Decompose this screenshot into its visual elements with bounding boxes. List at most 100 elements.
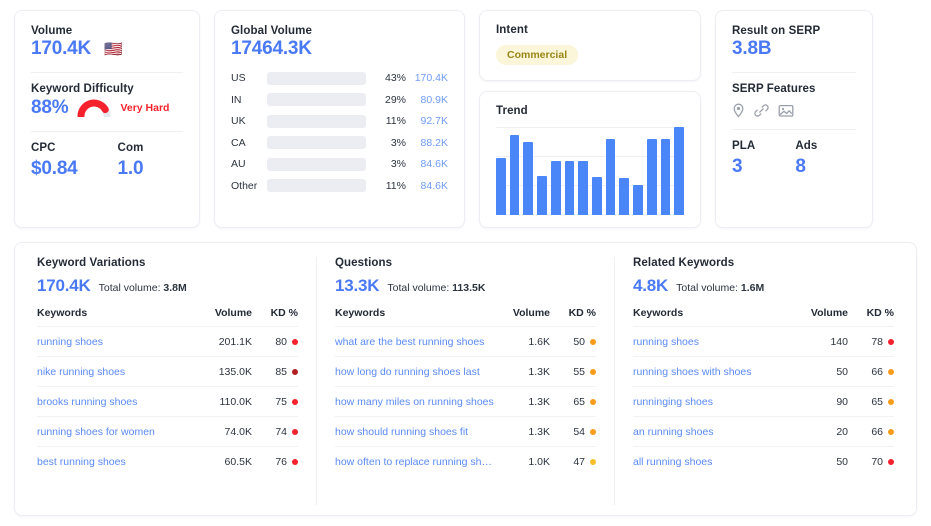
kd-value: 50 — [573, 335, 585, 348]
country-code: IN — [231, 93, 242, 106]
image-icon[interactable] — [778, 103, 794, 118]
table-count: 13.3K — [335, 276, 380, 295]
keyword-kd: 65 — [848, 386, 894, 417]
column-header-kw[interactable]: Keywords — [37, 307, 198, 327]
kd-value: 55 — [573, 365, 585, 378]
cpc-value: $0.84 — [31, 157, 78, 179]
keyword-kd: 47 — [550, 446, 596, 476]
kd-dot — [590, 428, 596, 435]
serp-features-icons — [732, 103, 856, 118]
global-volume-row: CA 3% 88.2K — [231, 136, 448, 150]
global-volume-row: IN 29% 80.9K — [231, 93, 448, 107]
keyword-volume: 1.3K — [496, 356, 550, 387]
intent-trend-column: Intent Commercial Trend — [479, 10, 701, 228]
keyword-kd: 85 — [252, 356, 298, 387]
kd-value: 65 — [871, 395, 883, 408]
keyword-link[interactable]: running shoes for women — [37, 416, 198, 447]
keyword-difficulty-label: Keyword Difficulty — [31, 82, 134, 95]
trend-chart — [496, 127, 685, 215]
keyword-volume: 50 — [794, 446, 848, 476]
serp-card: Result on SERP 3.8B SERP Features PLA 3 … — [715, 10, 873, 228]
keyword-kd: 65 — [550, 386, 596, 417]
keyword-table-group: Questions 13.3K Total volume: 113.5K Keywor… — [316, 257, 614, 505]
volume-percent: 29% — [384, 93, 406, 106]
column-header-vol[interactable]: Volume — [794, 307, 848, 327]
trend-bar-group — [496, 127, 685, 215]
column-header-kw[interactable]: Keywords — [633, 307, 794, 327]
keyword-difficulty-block: Keyword Difficulty 88% Very Hard — [31, 83, 183, 120]
intent-badge[interactable]: Commercial — [496, 45, 579, 65]
keyword-volume: 74.0K — [198, 416, 252, 447]
global-volume-row: UK 11% 92.7K — [231, 114, 448, 128]
column-header-kd[interactable]: KD % — [252, 307, 298, 327]
keyword-overview-page: Volume 170.4K 🇺🇸 Keyword Difficulty 88% … — [0, 0, 931, 526]
keyword-link[interactable]: nike running shoes — [37, 356, 198, 387]
column-header-kw[interactable]: Keywords — [335, 307, 496, 327]
map-pin-icon[interactable] — [732, 103, 745, 118]
keyword-link[interactable]: running shoes with shoes — [633, 356, 794, 387]
table-row: how often to replace running shoes 1.0K 47 — [335, 446, 596, 476]
kd-dot — [292, 368, 298, 375]
global-volume-label: Global Volume — [231, 25, 312, 37]
keyword-link[interactable]: how often to replace running shoes — [335, 446, 496, 476]
column-header-kd[interactable]: KD % — [550, 307, 596, 327]
kd-dot — [888, 338, 894, 345]
column-header-kd[interactable]: KD % — [848, 307, 894, 327]
us-flag-icon: 🇺🇸 — [104, 40, 123, 58]
pla-block: PLA 3 — [732, 140, 755, 179]
volume-value-row: 170.4K 🇺🇸 — [31, 37, 183, 61]
table-title: Related Keywords — [633, 257, 735, 269]
column-header-vol[interactable]: Volume — [198, 307, 252, 327]
metrics-divider-2 — [31, 130, 183, 132]
keyword-table: Keywords Volume KD % running shoes 201.1K 80 n… — [37, 307, 298, 476]
keyword-link[interactable]: what are the best running shoes — [335, 326, 496, 357]
table-row: runninging shoes 90 65 — [633, 386, 894, 417]
column-header-vol[interactable]: Volume — [496, 307, 550, 327]
country-code: UK — [231, 115, 246, 128]
table-row: what are the best running shoes 1.6K 50 — [335, 326, 596, 357]
keyword-difficulty-value-row: 88% Very Hard — [31, 96, 183, 120]
global-volume-row: Other 11% 84.6K — [231, 179, 448, 193]
keyword-link[interactable]: brooks running shoes — [37, 386, 198, 417]
keyword-link[interactable]: best running shoes — [37, 446, 198, 476]
keyword-volume: 110.0K — [198, 386, 252, 417]
kd-value: 85 — [275, 365, 287, 378]
keyword-kd: 75 — [252, 386, 298, 417]
keyword-link[interactable]: running shoes — [37, 326, 198, 357]
volume-block: Volume 170.4K 🇺🇸 — [31, 25, 183, 61]
pla-ads-row: PLA 3 Ads 8 — [732, 140, 856, 179]
keyword-link[interactable]: runninging shoes — [633, 386, 794, 417]
kd-value: 54 — [573, 425, 585, 438]
kd-value: 74 — [275, 425, 287, 438]
keyword-link[interactable]: an running shoes — [633, 416, 794, 447]
keyword-kd: 54 — [550, 416, 596, 447]
keyword-difficulty-value: 88% — [31, 96, 69, 118]
volume-percent: 3% — [390, 158, 406, 171]
keyword-link[interactable]: how should running shoes fit — [335, 416, 496, 447]
table-header-row: Keywords Volume KD % — [37, 307, 298, 327]
country-code: CA — [231, 136, 246, 149]
trend-bar — [523, 142, 534, 215]
total-volume-value: 3.8M — [163, 282, 187, 294]
keyword-link[interactable]: how many miles on running shoes — [335, 386, 496, 417]
keyword-volume: 140 — [794, 326, 848, 357]
keyword-volume: 20 — [794, 416, 848, 447]
key-metrics-card: Volume 170.4K 🇺🇸 Keyword Difficulty 88% … — [14, 10, 200, 228]
kd-value: 66 — [871, 425, 883, 438]
keyword-link[interactable]: how long do running shoes last — [335, 356, 496, 387]
volume-count: 88.2K — [420, 136, 448, 149]
table-count: 4.8K — [633, 276, 669, 295]
keyword-table-group: Related Keywords 4.8K Total volume: 1.6M Ke… — [614, 257, 912, 505]
table-row: how many miles on running shoes 1.3K 65 — [335, 386, 596, 417]
kd-dot — [590, 368, 596, 375]
keyword-tables-card: Keyword Variations 170.4K Total volume: 3.… — [14, 242, 917, 516]
table-row: all running shoes 50 70 — [633, 446, 894, 476]
metrics-divider-1 — [31, 71, 183, 73]
keyword-link[interactable]: running shoes — [633, 326, 794, 357]
keyword-link[interactable]: all running shoes — [633, 446, 794, 476]
link-icon[interactable] — [754, 103, 769, 118]
kd-value: 80 — [275, 335, 287, 348]
keyword-table: Keywords Volume KD % what are the best runn… — [335, 307, 596, 476]
serp-divider-1 — [732, 71, 856, 73]
keyword-table-group: Keyword Variations 170.4K Total volume: 3.… — [19, 257, 316, 505]
